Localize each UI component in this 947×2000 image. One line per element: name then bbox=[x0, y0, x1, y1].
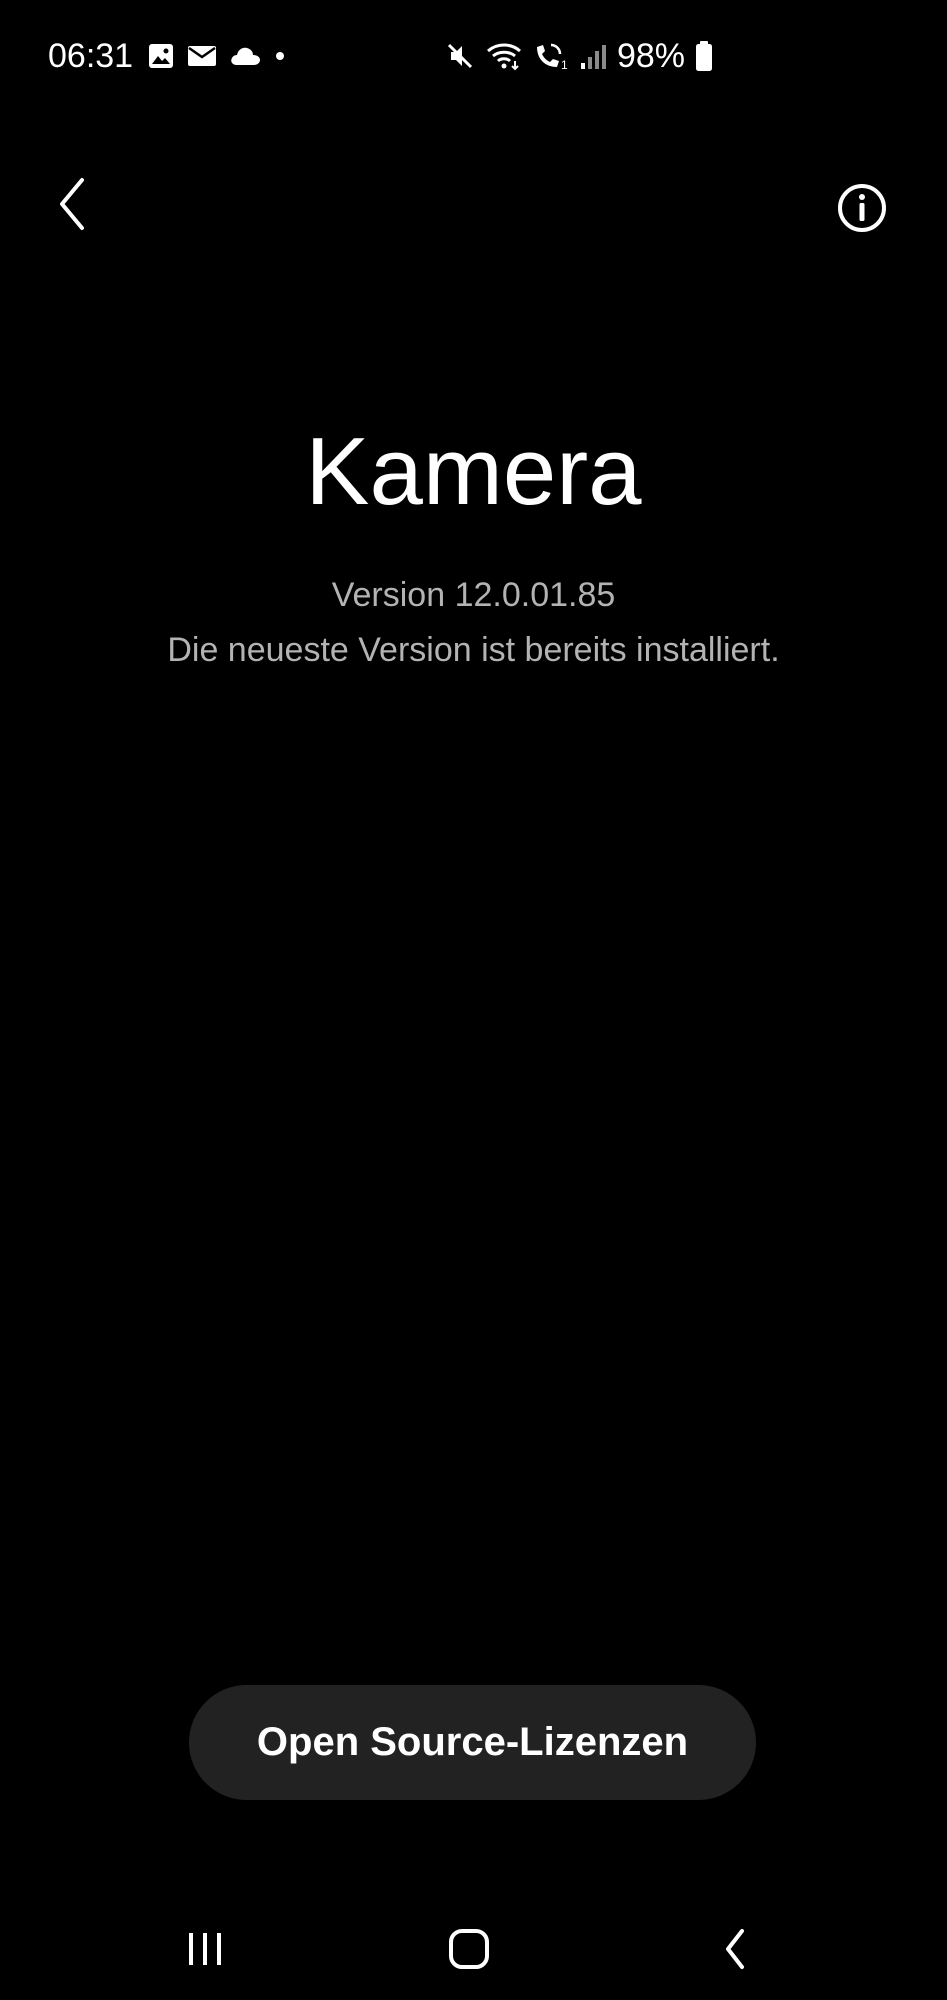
gallery-icon bbox=[147, 42, 175, 70]
cloud-icon bbox=[229, 45, 261, 67]
navigation-bar bbox=[0, 1880, 947, 2000]
update-status: Die neueste Version ist bereits installi… bbox=[167, 631, 780, 669]
svg-text:1: 1 bbox=[561, 58, 568, 71]
mail-icon bbox=[187, 44, 217, 68]
home-button[interactable] bbox=[434, 1914, 504, 1984]
system-status-icons: 1 98% bbox=[445, 34, 713, 78]
battery-icon bbox=[695, 40, 713, 72]
notification-icons bbox=[147, 40, 287, 72]
app-title: Kamera bbox=[305, 418, 642, 525]
info-button[interactable] bbox=[830, 176, 894, 240]
home-icon bbox=[447, 1927, 491, 1971]
status-time: 06:31 bbox=[48, 37, 134, 75]
open-source-licenses-button[interactable]: Open Source-Lizenzen bbox=[189, 1685, 756, 1800]
back-icon bbox=[720, 1927, 750, 1971]
app-version: Version 12.0.01.85 bbox=[331, 576, 616, 614]
info-icon bbox=[836, 182, 888, 234]
open-source-licenses-label: Open Source-Lizenzen bbox=[256, 1720, 689, 1764]
signal-icon bbox=[579, 41, 607, 71]
mute-icon bbox=[445, 41, 475, 71]
wifi-icon bbox=[485, 41, 523, 71]
recents-button[interactable] bbox=[170, 1914, 240, 1984]
wifi-calling-icon: 1 bbox=[533, 41, 569, 71]
back-button[interactable] bbox=[40, 164, 104, 244]
status-bar: 06:31 1 98% bbox=[0, 0, 947, 112]
nav-back-button[interactable] bbox=[700, 1914, 770, 1984]
chevron-left-icon bbox=[54, 176, 90, 232]
dot-icon bbox=[273, 49, 287, 63]
recents-icon bbox=[185, 1929, 225, 1969]
battery-percentage: 98% bbox=[616, 37, 685, 75]
